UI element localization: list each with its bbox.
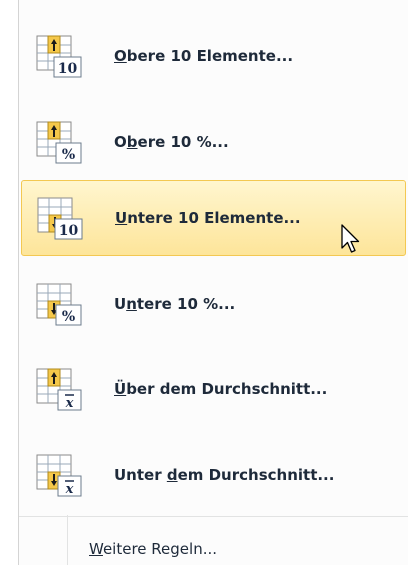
access-key: d bbox=[166, 466, 178, 484]
mouse-pointer-icon bbox=[341, 224, 360, 253]
menu-item-bottom-10-percent[interactable]: % Untere 10 %... bbox=[21, 266, 406, 342]
top-10-percent-icon: % bbox=[36, 121, 82, 164]
conditional-format-dropdown: 10 Obere 10 Elemente... % Obere 10 %... … bbox=[18, 0, 408, 565]
above-average-icon: x bbox=[36, 368, 82, 411]
label-pre: U bbox=[114, 295, 127, 313]
menu-item-top-10-percent[interactable]: % Obere 10 %... bbox=[21, 104, 406, 180]
below-average-icon: x bbox=[36, 454, 82, 497]
menu-item-more-rules[interactable]: Weitere Regeln... bbox=[89, 540, 217, 558]
menu-item-above-average[interactable]: x Über dem Durchschnitt... bbox=[21, 351, 406, 427]
access-key: W bbox=[89, 540, 103, 558]
access-key: b bbox=[126, 133, 138, 151]
svg-text:10: 10 bbox=[58, 61, 78, 77]
svg-text:10: 10 bbox=[59, 223, 79, 239]
label-post: tere 10 %... bbox=[136, 295, 236, 313]
label-post: ere 10 %... bbox=[137, 133, 229, 151]
access-key: O bbox=[114, 47, 127, 65]
svg-text:%: % bbox=[62, 147, 75, 163]
menu-item-top-10-items[interactable]: 10 Obere 10 Elemente... bbox=[21, 18, 406, 94]
access-key: Ü bbox=[114, 380, 127, 398]
menu-gutter-divider bbox=[67, 515, 68, 565]
access-key: U bbox=[115, 209, 128, 227]
label-post: em Durchschnitt... bbox=[177, 466, 335, 484]
top-10-items-icon: 10 bbox=[36, 35, 82, 78]
bottom-10-percent-icon: % bbox=[36, 283, 82, 326]
svg-text:%: % bbox=[62, 309, 75, 325]
label-post: ntere 10 Elemente... bbox=[127, 209, 301, 227]
label-pre: Unter bbox=[114, 466, 167, 484]
access-key: n bbox=[126, 295, 137, 313]
label-post: ber dem Durchschnitt... bbox=[126, 380, 328, 398]
svg-text:x: x bbox=[65, 482, 74, 497]
label-post: eitere Regeln... bbox=[102, 540, 217, 558]
label-post: bere 10 Elemente... bbox=[126, 47, 294, 65]
menu-separator bbox=[19, 516, 408, 517]
label-pre: O bbox=[114, 133, 127, 151]
menu-item-below-average[interactable]: x Unter dem Durchschnitt... bbox=[21, 437, 406, 513]
svg-text:x: x bbox=[65, 396, 74, 411]
bottom-10-items-icon: 10 bbox=[37, 197, 83, 240]
